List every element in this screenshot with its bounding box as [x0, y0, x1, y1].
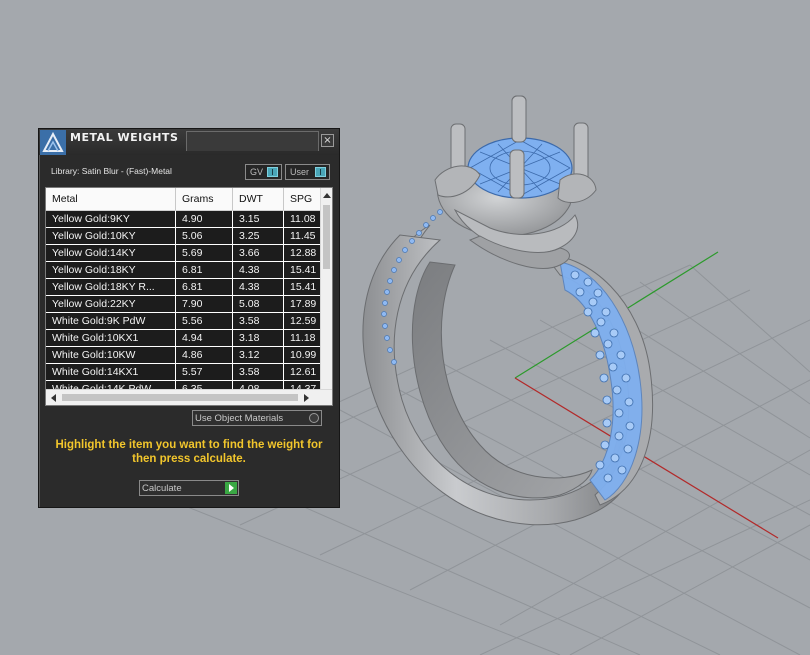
dwt-cell: 3.15: [233, 211, 284, 227]
title-tab: [186, 131, 319, 151]
toggle-switch-icon: [315, 167, 326, 177]
table-row[interactable]: Yellow Gold:18KY 6.81 4.38 15.41: [46, 262, 320, 279]
dwt-cell: 3.66: [233, 245, 284, 261]
metal-cell: Yellow Gold:10KY: [46, 228, 176, 244]
scroll-thumb[interactable]: [323, 205, 330, 269]
grams-cell: 5.69: [176, 245, 233, 261]
gv-toggle-label: GV: [250, 167, 264, 177]
spg-cell: 15.41: [290, 264, 317, 276]
metal-cell: White Gold:10KX1: [46, 330, 176, 346]
grams-cell: 5.57: [176, 364, 233, 380]
table-body: Yellow Gold:9KY 4.90 3.15 11.08 Yellow Gold:…: [46, 211, 320, 398]
close-icon: ×: [323, 135, 332, 146]
library-label: Library: Satin Blur - (Fast)-Metal: [51, 166, 172, 176]
table-row[interactable]: Yellow Gold:14KY 5.69 3.66 12.88: [46, 245, 320, 262]
metal-cell: White Gold:14KX1: [46, 364, 176, 380]
grams-cell: 6.81: [176, 262, 233, 278]
scroll-thumb-horizontal[interactable]: [62, 394, 298, 401]
table-row[interactable]: Yellow Gold:22KY 7.90 5.08 17.89: [46, 296, 320, 313]
user-toggle[interactable]: User: [285, 164, 330, 180]
calculate-label: Calculate: [142, 483, 182, 494]
spg-cell: 17.89: [290, 298, 317, 310]
ring-model[interactable]: [362, 95, 654, 526]
panel-title: METAL WEIGHTS: [70, 131, 179, 144]
grams-cell: 4.86: [176, 347, 233, 363]
spg-cell: 12.59: [290, 315, 317, 327]
close-button[interactable]: ×: [321, 134, 334, 147]
spg-cell: 12.88: [290, 247, 317, 259]
grams-cell: 7.90: [176, 296, 233, 312]
scroll-left-icon[interactable]: [51, 394, 56, 402]
scroll-up-icon[interactable]: [323, 193, 331, 198]
dwt-cell: 5.08: [233, 296, 284, 312]
dwt-cell: 3.18: [233, 330, 284, 346]
spg-cell: 11.08: [290, 213, 316, 225]
app-logo-icon: [40, 130, 66, 155]
table-row[interactable]: Yellow Gold:18KY R... 6.81 4.38 15.41: [46, 279, 320, 296]
gv-toggle[interactable]: GV: [245, 164, 282, 180]
horizontal-scrollbar[interactable]: [46, 389, 332, 405]
dwt-cell: 3.58: [233, 313, 284, 329]
dwt-cell: 3.58: [233, 364, 284, 380]
spg-cell: 15.41: [290, 281, 317, 293]
spg-cell: 10.99: [290, 349, 317, 361]
spg-cell: 12.61: [290, 366, 317, 378]
table-row[interactable]: White Gold:10KW 4.86 3.12 10.99: [46, 347, 320, 364]
column-header-grams[interactable]: Grams: [176, 188, 233, 210]
table-row[interactable]: White Gold:10KX1 4.94 3.18 11.18: [46, 330, 320, 347]
use-object-materials-label: Use Object Materials: [195, 413, 284, 424]
metal-cell: Yellow Gold:18KY: [46, 262, 176, 278]
grams-cell: 6.81: [176, 279, 233, 295]
dwt-cell: 3.25: [233, 228, 284, 244]
table-row[interactable]: Yellow Gold:9KY 4.90 3.15 11.08: [46, 211, 320, 228]
grams-cell: 5.06: [176, 228, 233, 244]
metal-cell: Yellow Gold:9KY: [46, 211, 176, 227]
metal-cell: White Gold:10KW: [46, 347, 176, 363]
radio-button-icon[interactable]: [309, 413, 319, 423]
metal-table[interactable]: Metal Grams DWT SPG Yellow Gold:9KY 4.90 3…: [45, 187, 333, 406]
vertical-scrollbar[interactable]: [320, 188, 332, 389]
calculate-button[interactable]: Calculate: [139, 480, 239, 496]
table-row[interactable]: White Gold:14KX1 5.57 3.58 12.61: [46, 364, 320, 381]
spg-cell: 11.45: [290, 230, 316, 242]
user-toggle-label: User: [290, 167, 310, 177]
column-header-spg[interactable]: SPG: [284, 188, 320, 210]
panel-titlebar[interactable]: METAL WEIGHTS ×: [39, 129, 339, 155]
column-header-metal[interactable]: Metal: [46, 188, 176, 210]
scroll-right-icon[interactable]: [304, 394, 309, 402]
metal-cell: Yellow Gold:22KY: [46, 296, 176, 312]
dwt-cell: 4.38: [233, 262, 284, 278]
play-arrow-icon: [225, 482, 237, 494]
table-row[interactable]: Yellow Gold:10KY 5.06 3.25 11.45: [46, 228, 320, 245]
table-row[interactable]: White Gold:9K PdW 5.56 3.58 12.59: [46, 313, 320, 330]
dwt-cell: 3.12: [233, 347, 284, 363]
metal-cell: Yellow Gold:14KY: [46, 245, 176, 261]
metal-cell: Yellow Gold:18KY R...: [46, 279, 176, 295]
column-header-dwt[interactable]: DWT: [233, 188, 284, 210]
spg-cell: 11.18: [290, 332, 316, 344]
grams-cell: 4.94: [176, 330, 233, 346]
grams-cell: 5.56: [176, 313, 233, 329]
use-object-materials-option[interactable]: Use Object Materials: [192, 410, 322, 426]
table-header: Metal Grams DWT SPG: [46, 188, 320, 211]
metal-weights-panel: METAL WEIGHTS × Library: Satin Blur - (F…: [38, 128, 340, 508]
instruction-text: Highlight the item you want to find the …: [55, 439, 323, 465]
toggle-switch-icon: [267, 167, 278, 177]
metal-cell: White Gold:9K PdW: [46, 313, 176, 329]
dwt-cell: 4.38: [233, 279, 284, 295]
grams-cell: 4.90: [176, 211, 233, 227]
